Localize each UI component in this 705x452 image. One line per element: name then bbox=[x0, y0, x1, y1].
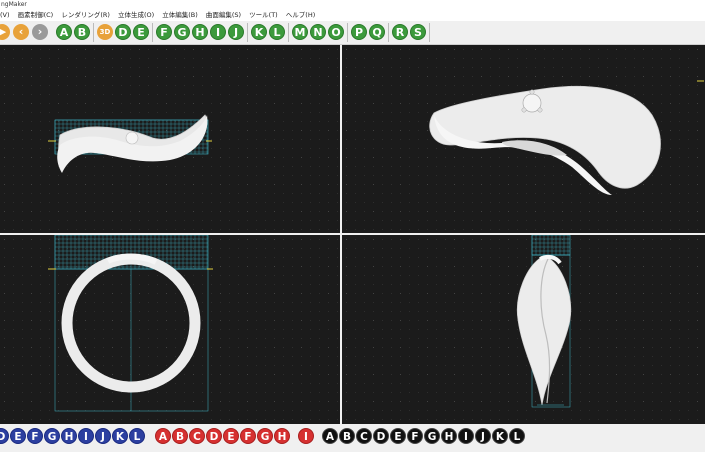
bottom-toolbar: DEFGHIJKLABCDEFGHIABCDEFGHIJKL bbox=[0, 424, 705, 452]
toolbar-button-m[interactable]: M bbox=[292, 24, 308, 40]
chevron-right-icon[interactable]: › bbox=[32, 24, 48, 40]
arrow-right-icon[interactable]: ▶ bbox=[0, 24, 10, 40]
menu-item-help[interactable]: ヘルプ(H) bbox=[286, 11, 315, 19]
bottom-button-blue-i[interactable]: I bbox=[78, 428, 94, 444]
bottom-button-red-b[interactable]: B bbox=[172, 428, 188, 444]
toolbar-separator bbox=[152, 23, 153, 42]
toolbar-button-s[interactable]: S bbox=[410, 24, 426, 40]
menu-item-solid-create[interactable]: 立体生成(O) bbox=[118, 11, 154, 19]
toolbar-button-g[interactable]: G bbox=[174, 24, 190, 40]
side-view-canvas bbox=[4, 235, 338, 420]
bottom-button-black-l[interactable]: L bbox=[509, 428, 525, 444]
stone-setting bbox=[125, 131, 139, 145]
bottom-button-red-g[interactable]: G bbox=[257, 428, 273, 444]
toolbar-separator bbox=[93, 23, 94, 42]
bounding-grid bbox=[531, 235, 571, 256]
viewport-top-left[interactable] bbox=[0, 45, 340, 233]
toolbar-separator bbox=[429, 23, 430, 42]
bottom-button-black-j[interactable]: J bbox=[475, 428, 491, 444]
toolbar-button-n[interactable]: N bbox=[310, 24, 326, 40]
bottom-button-blue-h[interactable]: H bbox=[61, 428, 77, 444]
prong-2 bbox=[537, 107, 543, 113]
toolbar-button-a[interactable]: A bbox=[56, 24, 72, 40]
toolbar-button-p[interactable]: P bbox=[351, 24, 367, 40]
toolbar-button-q[interactable]: Q bbox=[369, 24, 385, 40]
window-title: ngMaker bbox=[1, 1, 27, 8]
prong-1 bbox=[521, 107, 527, 113]
toolbar-button-r[interactable]: R bbox=[392, 24, 408, 40]
bottom-button-red-d[interactable]: D bbox=[206, 428, 222, 444]
toolbar-button-k[interactable]: K bbox=[251, 24, 267, 40]
bottom-button-black-a[interactable]: A bbox=[322, 428, 338, 444]
view-3d-button[interactable]: 3D bbox=[97, 24, 113, 40]
bottom-button-black-i[interactable]: I bbox=[458, 428, 474, 444]
toolbar-separator bbox=[347, 23, 348, 42]
bottom-button-black-d[interactable]: D bbox=[373, 428, 389, 444]
bottom-button-black-e[interactable]: E bbox=[390, 428, 406, 444]
toolbar-button-h[interactable]: H bbox=[192, 24, 208, 40]
toolbar-separator bbox=[388, 23, 389, 42]
bottom-button-red-i[interactable]: I bbox=[298, 428, 314, 444]
toolbar-separator bbox=[247, 23, 248, 42]
bottom-button-red-f[interactable]: F bbox=[240, 428, 256, 444]
perspective-view-canvas bbox=[346, 49, 704, 230]
menu-item-tools[interactable]: ツール(T) bbox=[249, 11, 278, 19]
menu-item-rendering[interactable]: レンダリング(R) bbox=[61, 11, 110, 19]
bottom-button-blue-g[interactable]: G bbox=[44, 428, 60, 444]
toolbar-button-b[interactable]: B bbox=[74, 24, 90, 40]
prong-3 bbox=[529, 89, 535, 95]
top-view-canvas bbox=[346, 235, 698, 420]
cyan-grid-lines bbox=[531, 235, 570, 256]
bottom-button-blue-j[interactable]: J bbox=[95, 428, 111, 444]
menu-item-surface-edit[interactable]: 曲面編集(S) bbox=[206, 11, 241, 19]
ring-perspective-outer bbox=[429, 85, 661, 189]
menu-item-pixel-control[interactable]: 画素制御(C) bbox=[18, 11, 54, 19]
bottom-button-red-a[interactable]: A bbox=[155, 428, 171, 444]
ring-top-band bbox=[516, 256, 572, 406]
bottom-button-red-h[interactable]: H bbox=[274, 428, 290, 444]
front-view-canvas bbox=[4, 49, 338, 230]
toolbar-button-o[interactable]: O bbox=[328, 24, 344, 40]
bottom-button-black-g[interactable]: G bbox=[424, 428, 440, 444]
chevron-left-icon[interactable]: ‹ bbox=[13, 24, 29, 40]
toolbar-separator bbox=[288, 23, 289, 42]
toolbar-button-d[interactable]: D bbox=[115, 24, 131, 40]
bottom-button-blue-f[interactable]: F bbox=[27, 428, 43, 444]
bottom-button-black-f[interactable]: F bbox=[407, 428, 423, 444]
bottom-button-blue-e[interactable]: E bbox=[10, 428, 26, 444]
toolbar-button-j[interactable]: J bbox=[228, 24, 244, 40]
bottom-button-blue-k[interactable]: K bbox=[112, 428, 128, 444]
bottom-button-black-k[interactable]: K bbox=[492, 428, 508, 444]
bottom-button-black-h[interactable]: H bbox=[441, 428, 457, 444]
bottom-button-red-e[interactable]: E bbox=[223, 428, 239, 444]
main-toolbar: ▶ ‹ › A B 3D D E F G H I J K L M N O P Q R S bbox=[0, 21, 705, 45]
viewport-top-right[interactable] bbox=[342, 45, 705, 233]
toolbar-button-f[interactable]: F bbox=[156, 24, 172, 40]
bottom-button-black-c[interactable]: C bbox=[356, 428, 372, 444]
bottom-button-black-b[interactable]: B bbox=[339, 428, 355, 444]
toolbar-button-e[interactable]: E bbox=[133, 24, 149, 40]
menu-item-solid-edit[interactable]: 立体編集(B) bbox=[162, 11, 198, 19]
viewport-bottom-right[interactable] bbox=[342, 235, 705, 424]
bottom-button-blue-d[interactable]: D bbox=[0, 428, 9, 444]
bottom-button-blue-l[interactable]: L bbox=[129, 428, 145, 444]
ring-perspective-shadow bbox=[502, 140, 567, 156]
viewport-bottom-left[interactable] bbox=[0, 235, 340, 424]
toolbar-button-i[interactable]: I bbox=[210, 24, 226, 40]
bottom-button-red-c[interactable]: C bbox=[189, 428, 205, 444]
toolbar-button-l[interactable]: L bbox=[269, 24, 285, 40]
menu-item-view[interactable]: (V) bbox=[0, 11, 10, 19]
title-bar: ngMaker bbox=[0, 0, 705, 10]
menu-bar: (V) 画素制御(C) レンダリング(R) 立体生成(O) 立体編集(B) 曲面… bbox=[0, 10, 705, 21]
